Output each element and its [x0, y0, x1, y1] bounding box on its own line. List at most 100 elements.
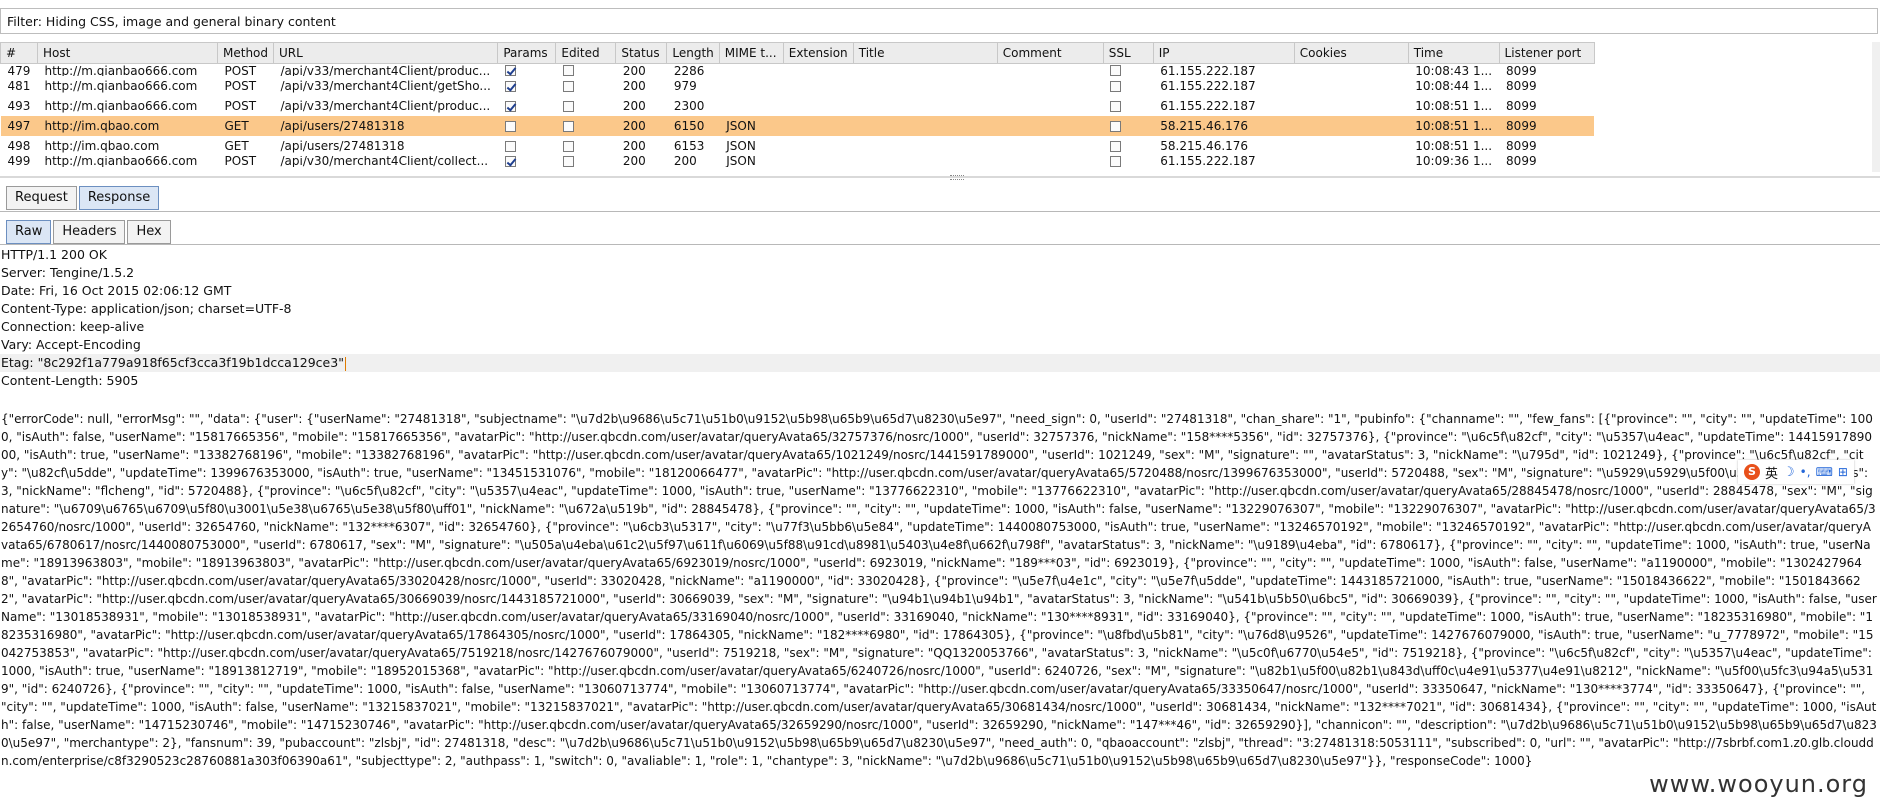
- cell-ip: 58.215.46.176: [1160, 139, 1249, 153]
- header-line: HTTP/1.1 200 OK: [0, 246, 1880, 264]
- cell-params: [498, 96, 556, 116]
- cell-mime: JSON: [719, 116, 784, 136]
- ime-language-toggle[interactable]: 英: [1765, 463, 1778, 482]
- cell-time: 10:09:36 1...: [1415, 156, 1493, 167]
- cell-status: 200: [622, 64, 646, 76]
- cell-time: 10:08:51 1...: [1415, 99, 1493, 113]
- ssl-checkbox: [1110, 156, 1122, 167]
- ssl-checkbox: [1110, 81, 1122, 92]
- column-header[interactable]: SSL: [1102, 42, 1154, 64]
- cell-id: 498: [7, 139, 31, 153]
- cell-id: 479: [7, 64, 31, 76]
- column-header[interactable]: Host: [37, 42, 218, 64]
- header-line: Etag: "8c292f1a779a918f65cf3cca3f19b1dcc…: [0, 354, 1880, 372]
- tab-hex[interactable]: Hex: [127, 220, 171, 244]
- ime-menu-icon[interactable]: ⊞: [1838, 465, 1848, 479]
- table-scrollbar[interactable]: [1872, 42, 1880, 172]
- cell-cookies: [1294, 76, 1408, 96]
- table-row[interactable]: 498 http://im.qbao.com GET/api/users/27481…: [1, 136, 1595, 156]
- cell-url: /api/v33/merchant4Client/produc...: [280, 99, 491, 113]
- cell-title: [853, 116, 998, 136]
- cell-port: 8099: [1499, 116, 1595, 136]
- header-text: Server: Tengine/1.5.2: [1, 265, 135, 280]
- cell-mime: [719, 64, 783, 77]
- tab-request[interactable]: Request: [6, 186, 77, 210]
- cell-ssl: [1103, 64, 1153, 76]
- column-header[interactable]: Edited: [555, 42, 617, 64]
- table-row[interactable]: 497 http://im.qbao.com GET/api/users/27481…: [0, 116, 1595, 136]
- cell-host: http://m.qianbao666.com: [44, 79, 198, 93]
- cell-length: 6153: [673, 139, 705, 153]
- column-header[interactable]: Params: [497, 42, 557, 64]
- header-line: Vary: Accept-Encoding: [0, 336, 1880, 354]
- split-grip-icon[interactable]: [950, 175, 964, 180]
- cell-length: 200: [673, 156, 697, 167]
- subtabs-divider: [0, 244, 1880, 245]
- cell-comment: [997, 64, 1103, 77]
- cell-extension: [783, 156, 853, 167]
- column-header[interactable]: Time: [1407, 42, 1500, 64]
- response-headers[interactable]: HTTP/1.1 200 OK Server: Tengine/1.5.2 Date…: [0, 246, 1880, 390]
- tab-response[interactable]: Response: [78, 186, 160, 210]
- table-row[interactable]: 493 http://m.qianbao666.com POST/api/v33/m…: [1, 96, 1595, 116]
- tab-headers[interactable]: Headers: [53, 220, 126, 244]
- cell-title: [853, 156, 997, 167]
- column-header[interactable]: Comment: [996, 42, 1104, 64]
- cell-status: 200: [622, 99, 646, 113]
- column-header[interactable]: URL: [273, 42, 499, 64]
- filter-bar[interactable]: Filter: Hiding CSS, image and general bi…: [0, 8, 1878, 34]
- params-checkbox: [504, 101, 516, 112]
- response-body[interactable]: {"errorCode": null, "errorMsg": "", "dat…: [1, 410, 1877, 770]
- column-header[interactable]: Length: [666, 42, 720, 64]
- cell-extension: [783, 96, 853, 116]
- cell-ip: 58.215.46.176: [1153, 116, 1295, 136]
- header-text: HTTP/1.1 200 OK: [1, 247, 107, 262]
- column-header[interactable]: Extension: [782, 42, 854, 64]
- cell-params: [498, 136, 556, 156]
- table-row[interactable]: 479 http://m.qianbao666.com POST/api/v33/m…: [1, 64, 1595, 77]
- header-text: Date: Fri, 16 Oct 2015 02:06:12 GMT: [1, 283, 232, 298]
- cell-id: 497: [0, 116, 38, 136]
- cell-edited: [555, 116, 616, 136]
- cell-edited: [556, 136, 616, 156]
- ssl-checkbox: [1110, 65, 1122, 76]
- header-line: Content-Length: 5905: [0, 372, 1880, 390]
- punctuation-icon[interactable]: •,: [1800, 465, 1811, 479]
- cell-length: 2300: [673, 99, 705, 113]
- column-header[interactable]: MIME t...: [718, 42, 784, 64]
- keyboard-icon[interactable]: ⌨: [1816, 465, 1833, 479]
- column-header[interactable]: Method: [216, 42, 275, 64]
- cell-ssl: [1103, 156, 1153, 167]
- cell-port: 8099: [1506, 64, 1537, 76]
- column-header[interactable]: Title: [852, 42, 998, 64]
- cell-method: POST: [224, 79, 257, 93]
- moon-icon[interactable]: ☽: [1783, 465, 1795, 480]
- cell-cookies: [1294, 116, 1409, 136]
- filter-text: Filter: Hiding CSS, image and general bi…: [7, 14, 336, 29]
- column-header[interactable]: #: [0, 42, 38, 64]
- params-checkbox: [504, 156, 516, 167]
- watermark: www.wooyun.org: [1649, 770, 1868, 798]
- column-header[interactable]: Cookies: [1293, 42, 1409, 64]
- column-header[interactable]: Status: [615, 42, 668, 64]
- cell-time: 10:08:44 1...: [1415, 79, 1493, 93]
- cell-mime: [719, 76, 783, 96]
- cell-port: 8099: [1506, 156, 1537, 167]
- cell-id: 493: [7, 99, 31, 113]
- column-header[interactable]: Listener port: [1498, 42, 1595, 64]
- tab-raw[interactable]: Raw: [6, 220, 52, 244]
- cell-comment: [997, 156, 1103, 167]
- column-header[interactable]: IP: [1152, 42, 1295, 64]
- table-row[interactable]: 499 http://m.qianbao666.com POST/api/v30/m…: [1, 156, 1595, 167]
- ime-toolbar[interactable]: S 英 ☽ •, ⌨ ⊞: [1738, 460, 1854, 484]
- cell-method: POST: [224, 156, 257, 167]
- split-divider[interactable]: [0, 176, 1880, 178]
- sogou-ime-icon[interactable]: S: [1744, 464, 1760, 480]
- history-table: # Host Method URL Params Edited Status Length MI…: [0, 42, 1595, 167]
- proxy-history-table: # Host Method URL Params Edited Status Length MI…: [0, 42, 1880, 174]
- cell-port: 8099: [1506, 79, 1537, 93]
- cell-length: 979: [673, 79, 697, 93]
- ssl-checkbox: [1110, 141, 1122, 152]
- table-row[interactable]: 481 http://m.qianbao666.com POST/api/v33/m…: [1, 76, 1595, 96]
- header-text: Connection: keep-alive: [1, 319, 145, 334]
